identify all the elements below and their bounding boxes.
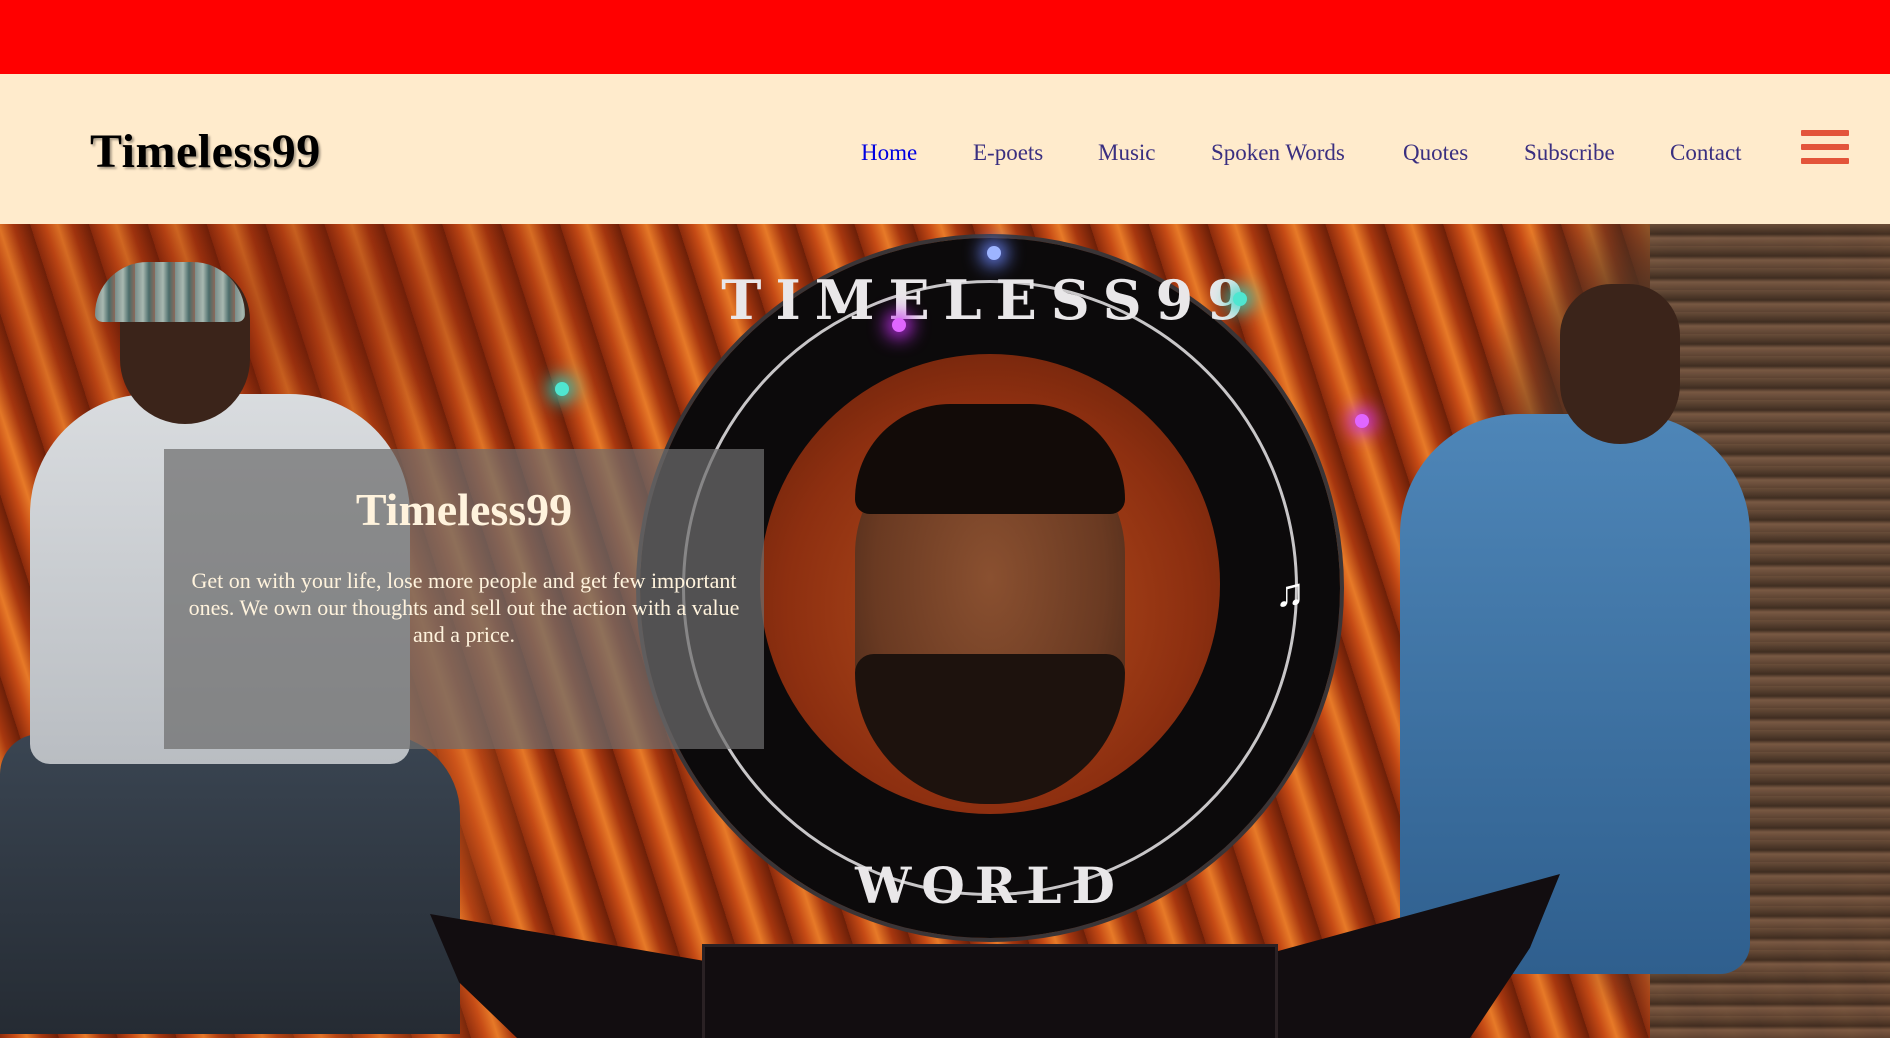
emblem-portrait (760, 354, 1220, 814)
left-person-legs (0, 734, 460, 1034)
music-note-icon: ♫ (1275, 570, 1305, 615)
main-nav: Home E-poets Music Spoken Words Quotes S… (0, 140, 1890, 180)
nav-quotes[interactable]: Quotes (1403, 140, 1468, 166)
hero-card-text: Get on with your life, lose more people … (188, 568, 740, 647)
nav-spoken-words[interactable]: Spoken Words (1211, 140, 1345, 166)
sparkle-decoration (987, 246, 1001, 260)
sparkle-decoration (892, 318, 906, 332)
portrait-hair (855, 404, 1125, 514)
left-person-cap (95, 262, 245, 322)
sparkle-decoration (555, 382, 569, 396)
portrait-beard (855, 654, 1125, 804)
sparkle-decoration (1355, 414, 1369, 428)
right-person-body (1400, 414, 1750, 974)
nav-e-poets[interactable]: E-poets (973, 140, 1043, 166)
site-header: Timeless99 Home E-poets Music Spoken Wor… (0, 74, 1890, 224)
nav-subscribe[interactable]: Subscribe (1524, 140, 1615, 166)
nav-home[interactable]: Home (861, 140, 917, 166)
emblem-ribbon-banner (702, 944, 1278, 1038)
sparkle-decoration (1233, 292, 1247, 306)
hero-intro-card: Timeless99 Get on with your life, lose m… (164, 449, 764, 749)
nav-contact[interactable]: Contact (1670, 140, 1742, 166)
right-person-head (1560, 284, 1680, 444)
top-banner-bar (0, 0, 1890, 74)
emblem-bottom-text: WORLD (855, 856, 1125, 915)
hero-banner: TIMELESS99 WORLD ♫ Timeless99 Get on wit… (0, 224, 1890, 1038)
nav-music[interactable]: Music (1098, 140, 1156, 166)
hamburger-icon[interactable] (1801, 130, 1849, 170)
hero-card-title: Timeless99 (355, 484, 573, 535)
